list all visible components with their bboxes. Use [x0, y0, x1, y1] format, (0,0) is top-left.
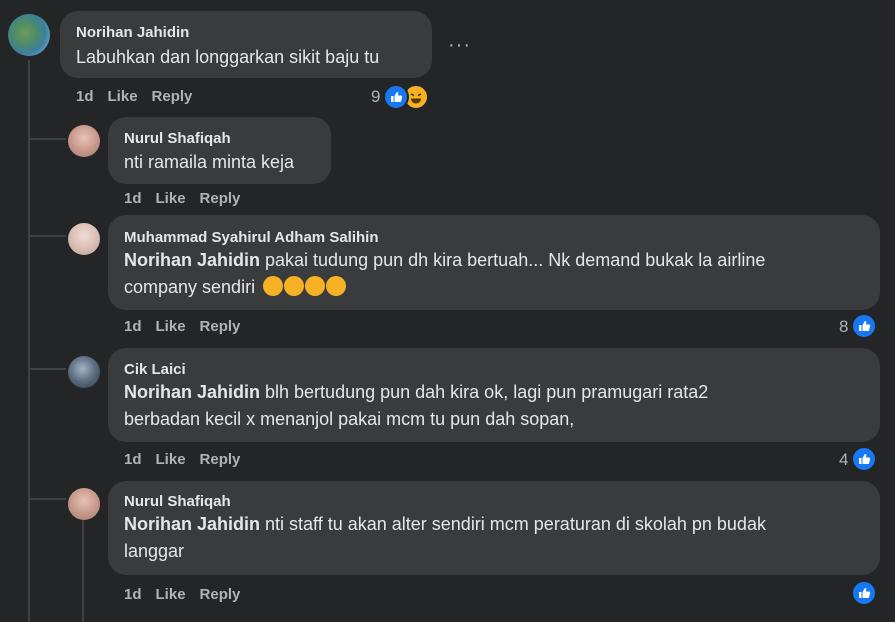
comment-actions: 1d Like Reply [124, 451, 254, 468]
reaction-count[interactable]: 4 [839, 450, 848, 470]
comment-actions: 1d Like Reply [124, 586, 254, 603]
comment-author[interactable]: Nurul Shafiqah [124, 130, 231, 147]
avatar[interactable] [68, 223, 100, 255]
reply-button[interactable]: Reply [200, 451, 241, 468]
comment-author[interactable]: Nurul Shafiqah [124, 493, 231, 510]
avatar[interactable] [68, 356, 100, 388]
reaction-count[interactable]: 8 [839, 317, 848, 337]
thread-branch [28, 235, 66, 237]
comment-actions: 1d Like Reply [124, 318, 254, 335]
comment-time[interactable]: 1d [124, 318, 142, 335]
like-button[interactable]: Like [156, 451, 186, 468]
laughing-emoji-icon [263, 276, 347, 297]
comment-author[interactable]: Muhammad Syahirul Adham Salihin [124, 229, 379, 246]
reply-button[interactable]: Reply [152, 88, 193, 105]
comment-text: nti ramaila minta keja [124, 152, 295, 172]
thread-line [28, 60, 30, 622]
comment-time[interactable]: 1d [124, 586, 142, 603]
thread-branch [28, 368, 66, 370]
like-reaction-icon[interactable] [851, 580, 877, 606]
like-button[interactable]: Like [156, 318, 186, 335]
like-reaction-icon [383, 84, 409, 110]
avatar[interactable] [68, 125, 100, 157]
like-button[interactable]: Like [156, 586, 186, 603]
avatar[interactable] [8, 14, 50, 56]
mention-link[interactable]: Norihan Jahidin [124, 382, 260, 402]
reply-button[interactable]: Reply [200, 318, 241, 335]
comment-actions: 1d Like Reply [76, 88, 206, 105]
like-reaction-icon [851, 313, 877, 339]
comment-author[interactable]: Cik Laici [124, 361, 186, 378]
like-reaction-icon [851, 446, 877, 472]
mention-link[interactable]: Norihan Jahidin [124, 250, 260, 270]
thread-branch [28, 498, 66, 500]
comment-text: Norihan Jahidin nti staff tu akan alter … [124, 514, 766, 561]
avatar[interactable] [68, 488, 100, 520]
comment-actions: 1d Like Reply [124, 190, 254, 207]
comment-text: Labuhkan dan longgarkan sikit baju tu [76, 47, 380, 67]
comment-author[interactable]: Norihan Jahidin [76, 24, 189, 41]
comment-time[interactable]: 1d [76, 88, 94, 105]
reply-button[interactable]: Reply [200, 586, 241, 603]
comment-text: Norihan Jahidin blh bertudung pun dah ki… [124, 382, 709, 429]
reaction-count[interactable]: 9 [371, 87, 380, 107]
reply-thread-line [82, 520, 84, 622]
mention-link[interactable]: Norihan Jahidin [124, 514, 260, 534]
like-button[interactable]: Like [156, 190, 186, 207]
thread-branch [28, 138, 66, 140]
reply-button[interactable]: Reply [200, 190, 241, 207]
comment-time[interactable]: 1d [124, 451, 142, 468]
like-button[interactable]: Like [108, 88, 138, 105]
more-options-icon[interactable]: ··· [448, 34, 471, 57]
comment-text: Norihan Jahidin pakai tudung pun dh kira… [124, 250, 766, 297]
comment-time[interactable]: 1d [124, 190, 142, 207]
